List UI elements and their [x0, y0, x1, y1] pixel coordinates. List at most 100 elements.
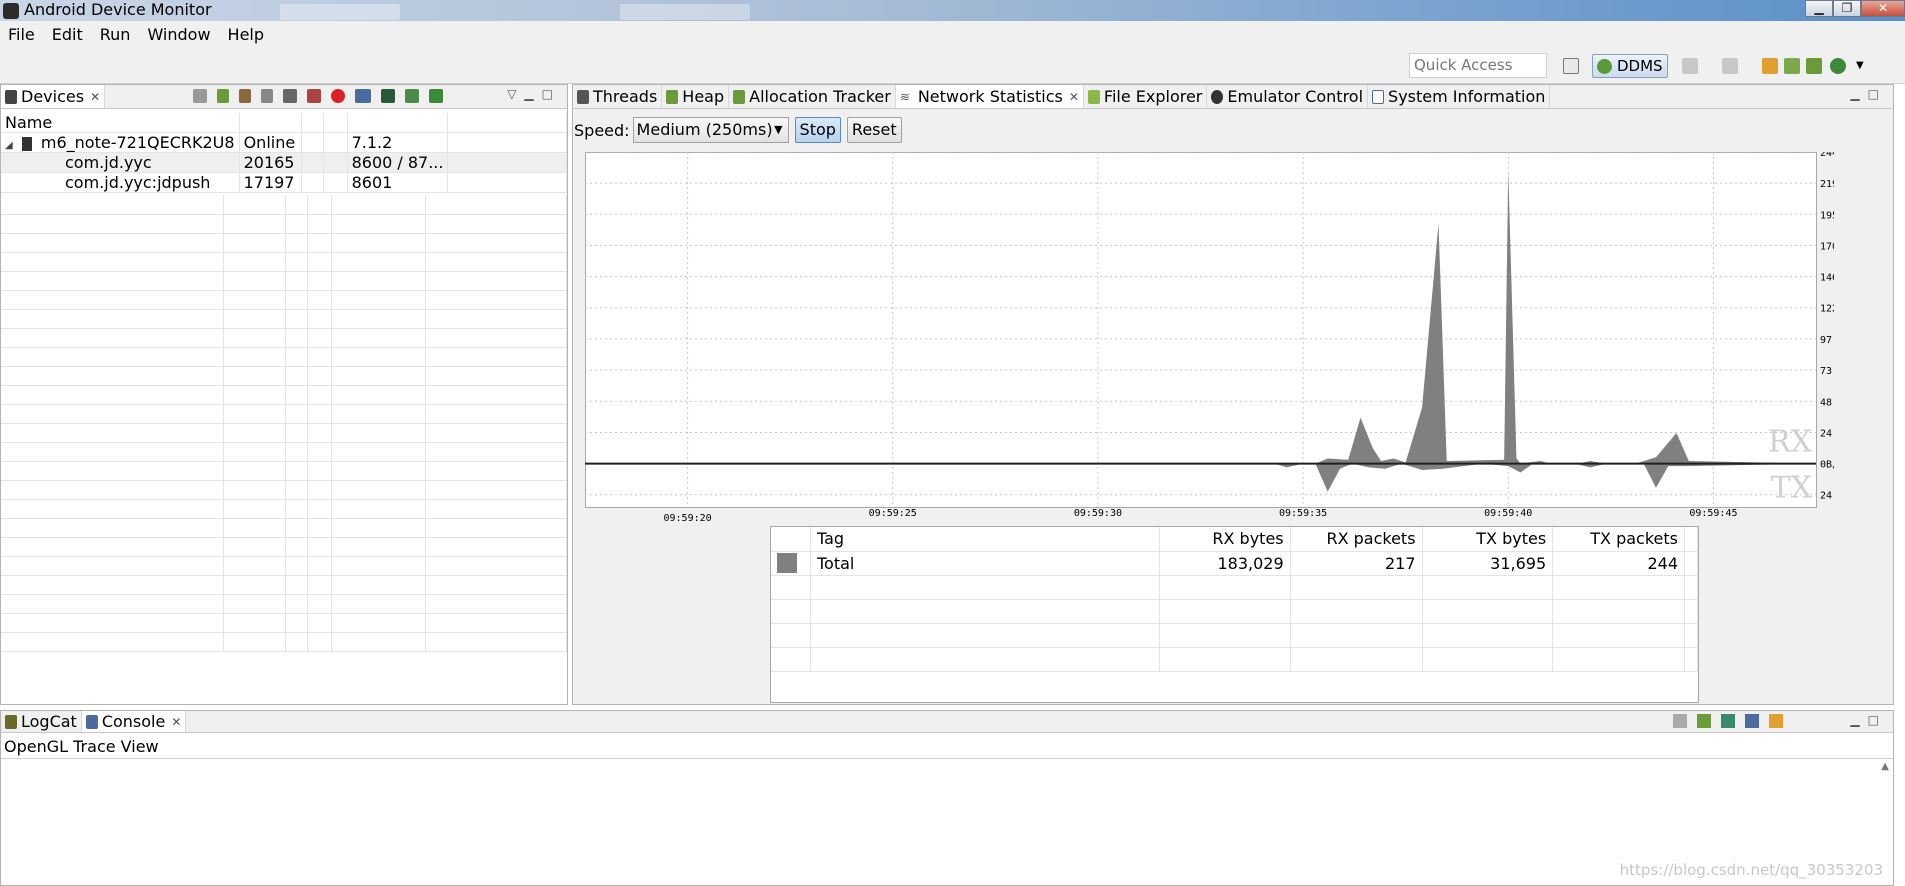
column-header	[239, 113, 302, 133]
x-tick-label: 09:59:45	[1689, 508, 1737, 519]
pin-console-icon[interactable]	[1721, 714, 1735, 728]
table-row[interactable]: ◢ m6_note-721QECRK2U8 Online 7.1.2	[1, 132, 567, 153]
tab-emulator-control[interactable]: Emulator Control	[1207, 85, 1369, 108]
cell	[1, 442, 224, 462]
column-header-rx-packets[interactable]: RX packets	[1290, 527, 1423, 552]
panel-minmax-icons[interactable]: ▁□	[1850, 87, 1887, 101]
cell	[223, 385, 286, 405]
menu-window[interactable]: Window	[147, 25, 210, 44]
menu-run[interactable]: Run	[100, 25, 131, 44]
y-tick-label: 195.3KB/s	[1820, 210, 1834, 221]
console-toolbar	[1673, 714, 1783, 728]
cell	[285, 632, 308, 652]
cell	[425, 556, 567, 576]
column-header-rx-bytes[interactable]: RX bytes	[1159, 527, 1291, 552]
cell	[425, 575, 567, 595]
clear-console-icon[interactable]	[1673, 714, 1687, 728]
cell	[331, 537, 426, 557]
y-tick-label: 219.7KB/s	[1820, 179, 1834, 190]
tab-network-statistics[interactable]: ≋ Network Statistics ✕	[895, 85, 1084, 108]
tab-threads[interactable]: Threads	[573, 85, 663, 108]
dump-hprof-icon[interactable]	[239, 89, 251, 103]
column-header-tx-packets[interactable]: TX packets	[1552, 527, 1685, 552]
column-header-name[interactable]: Name	[1, 113, 240, 133]
back-icon[interactable]	[1762, 58, 1778, 74]
method-profiling-icon[interactable]	[307, 89, 321, 103]
display-console-icon[interactable]	[1745, 714, 1759, 728]
cell	[1, 461, 224, 481]
stop-button[interactable]: Stop	[794, 117, 841, 143]
tab-label: File Explorer	[1103, 87, 1203, 106]
table-row[interactable]: Total 183,029 217 31,695 244	[771, 551, 1698, 576]
tab-label: Threads	[593, 87, 658, 106]
run-icon[interactable]	[1830, 58, 1846, 74]
right-tabbar: Threads Heap Allocation Tracker ≋ Networ…	[573, 85, 1893, 109]
table-row[interactable]: com.jd.yyc:jdpush 17197 8601	[1, 172, 567, 193]
cell	[307, 214, 332, 234]
cell	[331, 461, 426, 481]
update-threads-icon[interactable]	[283, 89, 297, 103]
cell	[331, 385, 426, 405]
expand-icon[interactable]: ◢	[5, 140, 13, 151]
gc-icon[interactable]	[261, 89, 273, 103]
dump-view-hierarchy-icon[interactable]	[381, 89, 395, 103]
open-console-icon[interactable]	[1769, 714, 1783, 728]
chevron-down-icon[interactable]: ▼	[1856, 60, 1866, 71]
update-heap-icon[interactable]	[217, 89, 229, 103]
tab-file-explorer[interactable]: File Explorer	[1084, 85, 1208, 108]
table-row	[1, 442, 567, 462]
debug-icon[interactable]	[193, 89, 207, 103]
cell	[307, 404, 332, 424]
stop-process-icon[interactable]	[331, 89, 345, 103]
cell	[331, 233, 426, 253]
speed-select[interactable]: Medium (250ms) ▼	[632, 117, 789, 143]
opengl-trace-icon[interactable]	[429, 89, 443, 103]
close-icon[interactable]: ✕	[90, 90, 100, 104]
cell	[307, 537, 332, 557]
column-header-tag[interactable]: Tag	[810, 527, 1160, 552]
tab-logcat[interactable]: LogCat	[1, 711, 82, 732]
menu-edit[interactable]: Edit	[52, 25, 83, 44]
network-stats-table: Tag RX bytes RX packets TX bytes TX pack…	[770, 526, 1699, 703]
cell	[1, 347, 224, 367]
cell	[1, 537, 224, 557]
tab-label: Console	[101, 712, 166, 731]
cell	[1, 518, 224, 538]
download-icon[interactable]	[1784, 58, 1800, 74]
scroll-lock-icon[interactable]	[1697, 714, 1711, 728]
table-row[interactable]: com.jd.yyc 20165 8600 / 87...	[1, 152, 567, 173]
cell	[307, 442, 332, 462]
menu-file[interactable]: File	[8, 25, 35, 44]
panel-minmax-icons[interactable]: ▁□	[1850, 713, 1887, 727]
quick-access-input[interactable]: Quick Access	[1409, 53, 1547, 78]
close-icon[interactable]: ✕	[171, 715, 181, 729]
close-button[interactable]: ✕	[1861, 0, 1905, 17]
cell	[307, 575, 332, 595]
open-perspective-icon[interactable]	[1563, 58, 1579, 74]
screen-capture-icon[interactable]	[355, 89, 371, 103]
column-header-tx-bytes[interactable]: TX bytes	[1422, 527, 1554, 552]
scroll-up-icon[interactable]: ▲	[1881, 761, 1889, 772]
table-row	[1, 575, 567, 595]
sort-icon[interactable]	[1722, 58, 1738, 74]
cell	[307, 233, 332, 253]
maximize-button[interactable]: ❐	[1833, 0, 1861, 17]
column-header	[347, 113, 449, 133]
reset-button[interactable]: Reset	[846, 117, 902, 143]
cell	[307, 347, 332, 367]
ddms-perspective-button[interactable]: DDMS	[1592, 54, 1668, 78]
panel-minmax-icons[interactable]: ▽▁□	[507, 87, 561, 101]
android-device-icon[interactable]	[1806, 58, 1822, 74]
systrace-icon[interactable]	[405, 89, 419, 103]
dump-icon[interactable]	[1682, 58, 1698, 74]
close-icon[interactable]: ✕	[1069, 90, 1079, 104]
minimize-button[interactable]: ▁	[1805, 0, 1833, 17]
tab-allocation-tracker[interactable]: Allocation Tracker	[729, 85, 896, 108]
tab-heap[interactable]: Heap	[662, 85, 730, 108]
column-header	[301, 113, 324, 133]
tab-console[interactable]: Console ✕	[81, 711, 187, 732]
menu-help[interactable]: Help	[228, 25, 264, 44]
tab-system-information[interactable]: System Information	[1368, 85, 1551, 108]
table-row	[1, 480, 567, 500]
tab-devices[interactable]: Devices ✕	[1, 85, 106, 108]
